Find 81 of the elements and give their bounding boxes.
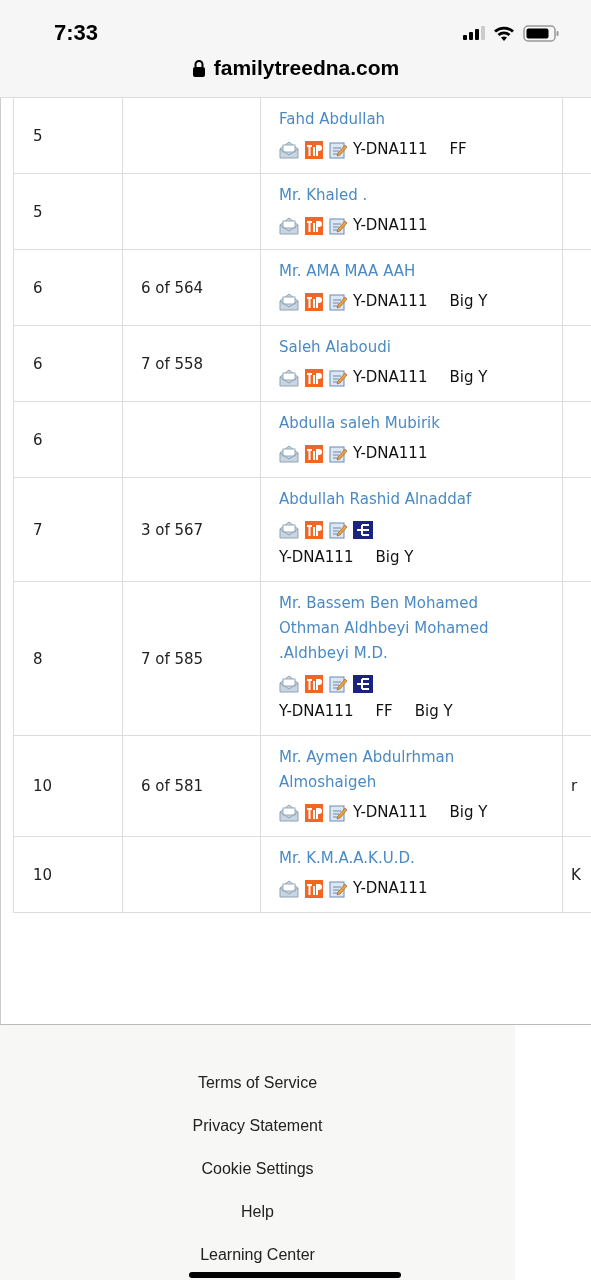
table-cell: 8	[13, 581, 123, 736]
notepad-pencil-icon[interactable]	[329, 444, 347, 463]
test-label: Y-DNA111	[279, 702, 354, 720]
tip-icon[interactable]	[305, 140, 323, 159]
envelope-icon[interactable]	[279, 520, 299, 539]
envelope-icon[interactable]	[279, 879, 299, 898]
test-label: FF	[375, 702, 393, 720]
member-name-link[interactable]: Saleh Alaboudi	[279, 335, 519, 360]
notepad-pencil-icon[interactable]	[329, 216, 347, 235]
test-label: Y-DNA111	[353, 368, 428, 386]
test-label: Y-DNA111	[353, 444, 428, 462]
footer-link[interactable]: Privacy Statement	[192, 1115, 323, 1137]
tip-icon[interactable]	[305, 803, 323, 822]
notepad-pencil-icon[interactable]	[329, 368, 347, 387]
battery-icon	[523, 24, 559, 42]
footer-link[interactable]: Help	[241, 1201, 274, 1223]
notepad-pencil-icon[interactable]	[329, 140, 347, 159]
tip-icon[interactable]	[305, 292, 323, 311]
test-label: Big Y	[449, 803, 488, 821]
envelope-icon[interactable]	[279, 674, 299, 693]
table-cell: 6 of 581	[122, 735, 261, 837]
tree-chart-icon[interactable]	[353, 674, 373, 693]
tip-icon[interactable]	[305, 216, 323, 235]
tip-icon[interactable]	[305, 674, 323, 693]
envelope-icon[interactable]	[279, 803, 299, 822]
table-cell: 7 of 558	[122, 325, 261, 402]
tip-icon[interactable]	[305, 879, 323, 898]
table-cell: 7	[13, 477, 123, 582]
notepad-pencil-icon[interactable]	[329, 803, 347, 822]
test-label: Y-DNA111	[353, 216, 428, 234]
table-cell: 10	[13, 836, 123, 913]
table-cell: r	[571, 777, 578, 795]
tip-icon[interactable]	[305, 444, 323, 463]
member-name-link[interactable]: Mr. Bassem Ben Mohamed Othman Aldhbeyi Mohamed .Aldhbeyi M.D.	[279, 591, 519, 666]
test-label: Big Y	[375, 548, 414, 566]
address-url[interactable]: familytreedna.com	[213, 56, 400, 80]
table-cell: 6	[13, 249, 123, 326]
lock-icon	[191, 59, 206, 77]
test-label: Y-DNA111	[353, 879, 428, 897]
table-cell: 3 of 567	[122, 477, 261, 582]
signal-icon	[463, 26, 485, 40]
tree-chart-icon[interactable]	[353, 520, 373, 539]
test-label: FF	[449, 140, 467, 158]
envelope-icon[interactable]	[279, 140, 299, 159]
member-name-link[interactable]: Mr. AMA MAA AAH	[279, 259, 519, 284]
clock-time: 7:33	[54, 20, 99, 46]
test-label: Big Y	[449, 368, 488, 386]
envelope-icon[interactable]	[279, 368, 299, 387]
test-label: Y-DNA111	[353, 803, 428, 821]
envelope-icon[interactable]	[279, 292, 299, 311]
member-name-link[interactable]: Abdulla saleh Mubirik	[279, 411, 519, 436]
table-cell: 5	[13, 98, 123, 174]
notepad-pencil-icon[interactable]	[329, 520, 347, 539]
table-cell: 7 of 585	[122, 581, 261, 736]
member-name-link[interactable]: Mr. Khaled .	[279, 183, 519, 208]
table-cell: 5	[13, 173, 123, 250]
table-cell: 10	[13, 735, 123, 837]
envelope-icon[interactable]	[279, 444, 299, 463]
footer-link[interactable]: Cookie Settings	[201, 1158, 314, 1180]
wifi-icon	[493, 25, 515, 41]
footer-link[interactable]: Learning Center	[200, 1244, 315, 1266]
notepad-pencil-icon[interactable]	[329, 879, 347, 898]
tip-icon[interactable]	[305, 520, 323, 539]
footer-link[interactable]: Terms of Service	[197, 1072, 318, 1094]
tip-icon[interactable]	[305, 368, 323, 387]
member-name-link[interactable]: Mr. Aymen Abdulrhman Almoshaigeh	[279, 745, 519, 795]
table-cell: 6	[13, 401, 123, 478]
member-name-link[interactable]: Mr. K.M.A.A.K.U.D.	[279, 846, 519, 871]
test-label: Y-DNA111	[353, 140, 428, 158]
notepad-pencil-icon[interactable]	[329, 292, 347, 311]
member-name-link[interactable]: Fahd Abdullah	[279, 107, 519, 132]
test-label: Y-DNA111	[353, 292, 428, 310]
table-cell: 6 of 564	[122, 249, 261, 326]
test-label: Y-DNA111	[279, 548, 354, 566]
member-name-link[interactable]: Abdullah Rashid Alnaddaf	[279, 487, 519, 512]
test-label: Big Y	[414, 702, 453, 720]
test-label: Big Y	[449, 292, 488, 310]
notepad-pencil-icon[interactable]	[329, 674, 347, 693]
table-cell: K	[571, 865, 581, 884]
envelope-icon[interactable]	[279, 216, 299, 235]
table-cell: 6	[13, 325, 123, 402]
